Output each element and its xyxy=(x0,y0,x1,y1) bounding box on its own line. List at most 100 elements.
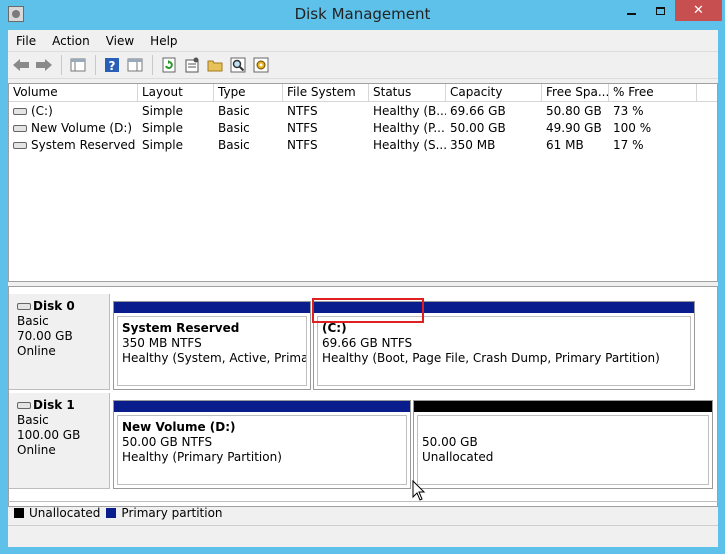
column-header-percent-free[interactable]: % Free xyxy=(609,84,697,101)
disk-0-label[interactable]: Disk 0 Basic 70.00 GB Online xyxy=(9,294,110,390)
disk-name: Disk 1 xyxy=(33,398,75,412)
partition-name: (C:) xyxy=(322,321,347,335)
volume-percent-free: 100 % xyxy=(613,121,652,135)
drive-icon xyxy=(13,142,27,149)
volume-row[interactable]: New Volume (D:) Simple Basic NTFS Health… xyxy=(9,120,717,137)
settings-icon xyxy=(253,57,269,73)
disk-type: Basic xyxy=(17,314,49,328)
disk-graphical-view[interactable]: Disk 0 Basic 70.00 GB Online System Rese… xyxy=(8,286,718,507)
close-icon: ✕ xyxy=(693,3,704,18)
volume-status: Healthy (B... xyxy=(373,104,446,118)
partition-status: Healthy (Boot, Page File, Crash Dump, Pr… xyxy=(322,351,660,365)
minimize-icon xyxy=(626,12,636,15)
disk-row-1: Disk 1 Basic 100.00 GB Online New Volume… xyxy=(9,393,717,489)
partition-status: Unallocated xyxy=(422,450,494,464)
disk-row-0: Disk 0 Basic 70.00 GB Online System Rese… xyxy=(9,294,717,390)
show-hide-action-pane-button[interactable] xyxy=(124,54,146,76)
column-header-capacity[interactable]: Capacity xyxy=(446,84,542,101)
column-header-layout[interactable]: Layout xyxy=(138,84,214,101)
maximize-icon xyxy=(655,6,665,15)
open-button[interactable] xyxy=(204,54,226,76)
volume-layout: Simple xyxy=(142,104,183,118)
primary-partition-bar xyxy=(114,302,310,313)
disk-size: 100.00 GB xyxy=(17,428,81,442)
toolbar: ? xyxy=(8,51,718,79)
refresh-button[interactable] xyxy=(158,54,180,76)
volume-capacity: 69.66 GB xyxy=(450,104,506,118)
partition-size: 50.00 GB xyxy=(422,435,478,449)
help-icon: ? xyxy=(105,58,119,73)
forward-button[interactable] xyxy=(33,54,55,76)
disk-size: 70.00 GB xyxy=(17,329,73,343)
settings-button[interactable] xyxy=(250,54,272,76)
back-button[interactable] xyxy=(10,54,32,76)
volume-type: Basic xyxy=(218,138,250,152)
unallocated-swatch xyxy=(14,507,24,518)
properties-button[interactable] xyxy=(181,54,203,76)
legend-label: Unallocated xyxy=(29,505,101,520)
mouse-cursor-icon xyxy=(412,480,426,501)
partition-c-drive[interactable]: (C:) 69.66 GB NTFS Healthy (Boot, Page F… xyxy=(313,301,695,390)
forward-arrow-icon xyxy=(36,59,52,71)
legend-item-unallocated: Unallocated xyxy=(14,506,100,520)
menu-view[interactable]: View xyxy=(98,34,142,48)
maximize-button[interactable] xyxy=(646,0,674,21)
partition-new-volume-d[interactable]: New Volume (D:) 50.00 GB NTFS Healthy (P… xyxy=(113,400,411,489)
disk-name: Disk 0 xyxy=(33,299,75,313)
volume-capacity: 350 MB xyxy=(450,138,496,152)
partition-system-reserved[interactable]: System Reserved 350 MB NTFS Healthy (Sys… xyxy=(113,301,311,390)
disk-icon xyxy=(17,303,31,310)
partition-unallocated[interactable]: 50.00 GB Unallocated xyxy=(413,400,713,489)
volume-free-space: 61 MB xyxy=(546,138,584,152)
menu-help[interactable]: Help xyxy=(142,34,185,48)
toolbar-separator xyxy=(152,55,153,75)
legend-item-primary-partition: Primary partition xyxy=(106,506,223,520)
menu-action[interactable]: Action xyxy=(44,34,98,48)
column-header-file-system[interactable]: File System xyxy=(283,84,369,101)
rescan-disks-button[interactable] xyxy=(227,54,249,76)
properties-icon xyxy=(185,57,199,73)
volume-free-space: 49.90 GB xyxy=(546,121,602,135)
menu-file[interactable]: File xyxy=(8,34,44,48)
volume-file-system: NTFS xyxy=(287,121,318,135)
partition-size: 69.66 GB NTFS xyxy=(322,336,413,350)
show-hide-console-tree-button[interactable] xyxy=(67,54,89,76)
column-header-status[interactable]: Status xyxy=(369,84,446,101)
status-bar xyxy=(8,525,718,547)
volume-name: System Reserved xyxy=(31,138,136,152)
primary-partition-swatch xyxy=(106,507,117,518)
drive-icon xyxy=(13,108,27,115)
partition-status: Healthy (Primary Partition) xyxy=(122,450,282,464)
volume-layout: Simple xyxy=(142,138,183,152)
svg-text:?: ? xyxy=(109,59,116,73)
toolbar-separator xyxy=(61,55,62,75)
primary-partition-bar xyxy=(114,401,410,412)
volume-row[interactable]: System Reserved Simple Basic NTFS Health… xyxy=(9,137,717,154)
client-area: File Action View Help ? Volume Layout Ty… xyxy=(8,30,718,547)
volume-file-system: NTFS xyxy=(287,104,318,118)
disk-type: Basic xyxy=(17,413,49,427)
partition-name: System Reserved xyxy=(122,321,240,335)
search-disk-icon xyxy=(230,57,246,73)
volume-file-system: NTFS xyxy=(287,138,318,152)
column-header-volume[interactable]: Volume xyxy=(9,84,138,101)
open-folder-icon xyxy=(207,60,223,72)
volume-list[interactable]: Volume Layout Type File System Status Ca… xyxy=(8,83,718,282)
minimize-button[interactable] xyxy=(617,0,645,21)
partition-name: New Volume (D:) xyxy=(122,420,236,434)
drive-icon xyxy=(13,125,27,132)
column-header-free-space[interactable]: Free Spa... xyxy=(542,84,609,101)
title-bar[interactable]: Disk Management ✕ xyxy=(0,0,725,30)
volume-status: Healthy (S... xyxy=(373,138,446,152)
volume-layout: Simple xyxy=(142,121,183,135)
help-button[interactable]: ? xyxy=(101,54,123,76)
legend: Unallocated Primary partition xyxy=(8,501,718,523)
close-button[interactable]: ✕ xyxy=(675,0,722,21)
volume-list-header: Volume Layout Type File System Status Ca… xyxy=(9,84,717,102)
volume-capacity: 50.00 GB xyxy=(450,121,506,135)
refresh-icon xyxy=(162,57,176,73)
disk-1-label[interactable]: Disk 1 Basic 100.00 GB Online xyxy=(9,393,110,489)
volume-row[interactable]: (C:) Simple Basic NTFS Healthy (B... 69.… xyxy=(9,103,717,120)
column-header-type[interactable]: Type xyxy=(214,84,283,101)
volume-status: Healthy (P... xyxy=(373,121,445,135)
